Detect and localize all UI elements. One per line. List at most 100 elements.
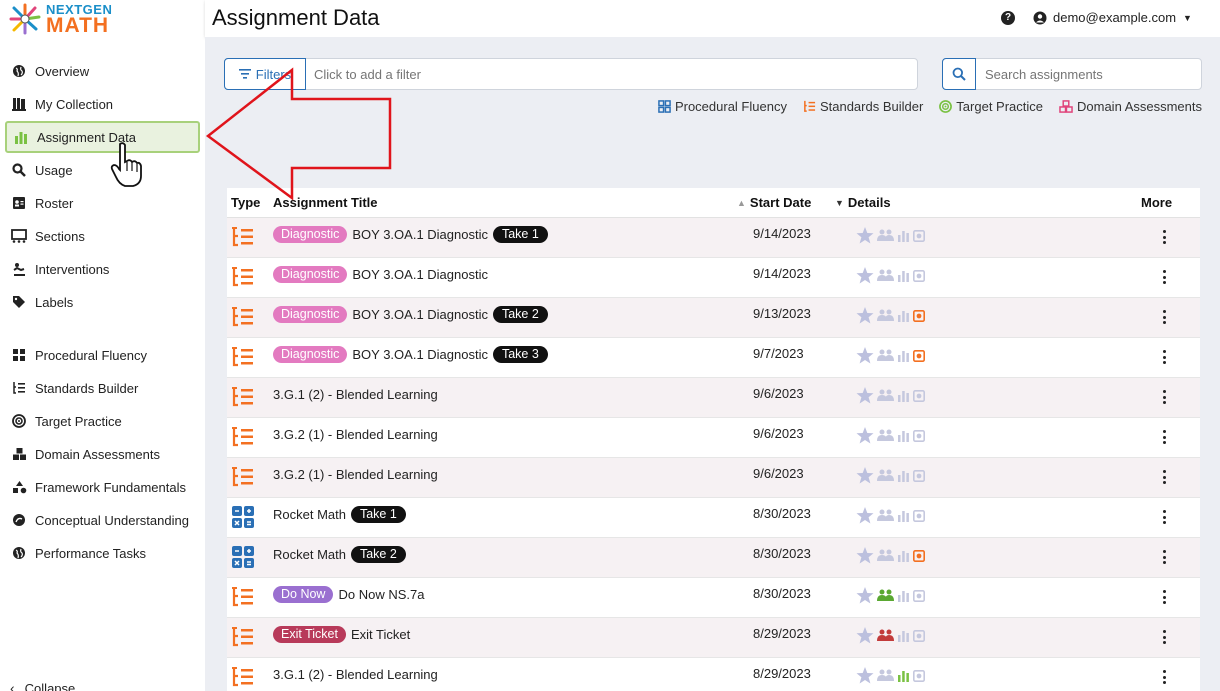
sidebar-item-conceptual-understanding[interactable]: Conceptual Understanding (5, 504, 200, 536)
filters-button[interactable]: Filters (224, 58, 306, 90)
column-header-start-date[interactable]: ▲ Start Date (737, 195, 811, 210)
assignment-title[interactable]: 3.G.1 (2) - Blended Learning (273, 665, 438, 683)
chart-icon[interactable] (897, 550, 910, 562)
sidebar-item-standards-builder[interactable]: Standards Builder (5, 372, 200, 404)
star-icon[interactable] (856, 507, 874, 524)
more-options-icon[interactable] (1163, 630, 1167, 644)
assignment-title[interactable]: 3.G.2 (1) - Blended Learning (273, 425, 438, 443)
more-options-icon[interactable] (1163, 510, 1167, 524)
chart-icon[interactable] (897, 670, 910, 682)
group-icon[interactable] (877, 549, 894, 562)
more-options-icon[interactable] (1163, 230, 1167, 244)
more-options-icon[interactable] (1163, 270, 1167, 284)
assignment-title[interactable]: Diagnostic BOY 3.OA.1 Diagnostic (273, 265, 488, 283)
search-input[interactable] (976, 59, 1201, 89)
more-options-icon[interactable] (1163, 670, 1167, 684)
star-icon[interactable] (856, 427, 874, 444)
sidebar-item-overview[interactable]: Overview (5, 55, 200, 87)
group-icon[interactable] (877, 469, 894, 482)
sidebar-item-framework-fundamentals[interactable]: Framework Fundamentals (5, 471, 200, 503)
group-icon[interactable] (877, 509, 894, 522)
chart-icon[interactable] (897, 350, 910, 362)
assignment-title[interactable]: Diagnostic BOY 3.OA.1 Diagnostic Take 3 (273, 345, 548, 363)
assignment-title[interactable]: Do Now Do Now NS.7a (273, 585, 424, 603)
group-icon[interactable] (877, 669, 894, 682)
sidebar-item-my-collection[interactable]: My Collection (5, 88, 200, 120)
sidebar-item-domain-assessments[interactable]: Domain Assessments (5, 438, 200, 470)
table-row[interactable]: Rocket Math Take 1 8/30/2023 (227, 498, 1200, 538)
chart-icon[interactable] (897, 510, 910, 522)
table-row[interactable]: Diagnostic BOY 3.OA.1 Diagnostic Take 2 9/1… (227, 298, 1200, 338)
sidebar-item-performance-tasks[interactable]: Performance Tasks (5, 537, 200, 569)
sidebar-item-procedural-fluency[interactable]: Procedural Fluency (5, 339, 200, 371)
assignment-title[interactable]: Rocket Math Take 2 (273, 545, 406, 563)
table-row[interactable]: Diagnostic BOY 3.OA.1 Diagnostic Take 3 9/7… (227, 338, 1200, 378)
assignment-title[interactable]: Diagnostic BOY 3.OA.1 Diagnostic Take 1 (273, 225, 548, 243)
table-row[interactable]: 3.G.2 (1) - Blended Learning 9/6/2023 (227, 458, 1200, 498)
more-options-icon[interactable] (1163, 350, 1167, 364)
flag-icon[interactable] (913, 229, 925, 242)
column-header-title[interactable]: Assignment Title (273, 195, 378, 210)
assignment-title[interactable]: 3.G.1 (2) - Blended Learning (273, 385, 438, 403)
group-icon[interactable] (877, 349, 894, 362)
more-options-icon[interactable] (1163, 470, 1167, 484)
collapse-button[interactable]: ‹ Collapse (10, 680, 75, 691)
sidebar-item-labels[interactable]: Labels (5, 286, 200, 318)
sidebar-item-sections[interactable]: Sections (5, 220, 200, 252)
flag-icon[interactable] (913, 349, 925, 362)
flag-icon[interactable] (913, 389, 925, 402)
more-options-icon[interactable] (1163, 590, 1167, 604)
assignment-title[interactable]: Exit Ticket Exit Ticket (273, 625, 410, 643)
flag-icon[interactable] (913, 509, 925, 522)
flag-icon[interactable] (913, 429, 925, 442)
sidebar-item-usage[interactable]: Usage (5, 154, 200, 186)
group-icon[interactable] (877, 389, 894, 402)
chart-icon[interactable] (897, 310, 910, 322)
flag-icon[interactable] (913, 549, 925, 562)
flag-icon[interactable] (913, 669, 925, 682)
sidebar-item-assignment-data[interactable]: Assignment Data (5, 121, 200, 153)
star-icon[interactable] (856, 227, 874, 244)
flag-icon[interactable] (913, 269, 925, 282)
chart-icon[interactable] (897, 390, 910, 402)
star-icon[interactable] (856, 667, 874, 684)
table-row[interactable]: Diagnostic BOY 3.OA.1 Diagnostic Take 1 9/1… (227, 218, 1200, 258)
search-button[interactable] (942, 58, 976, 90)
sidebar-item-interventions[interactable]: Interventions (5, 253, 200, 285)
flag-icon[interactable] (913, 589, 925, 602)
table-row[interactable]: Rocket Math Take 2 8/30/2023 (227, 538, 1200, 578)
chart-icon[interactable] (897, 470, 910, 482)
help-icon[interactable]: ? (1001, 11, 1015, 25)
more-options-icon[interactable] (1163, 430, 1167, 444)
table-row[interactable]: Diagnostic BOY 3.OA.1 Diagnostic 9/14/2023 (227, 258, 1200, 298)
assignment-title[interactable]: Rocket Math Take 1 (273, 505, 406, 523)
star-icon[interactable] (856, 307, 874, 324)
assignment-title[interactable]: Diagnostic BOY 3.OA.1 Diagnostic Take 2 (273, 305, 548, 323)
more-options-icon[interactable] (1163, 550, 1167, 564)
more-options-icon[interactable] (1163, 390, 1167, 404)
group-icon[interactable] (877, 309, 894, 322)
table-row[interactable]: Do Now Do Now NS.7a 8/30/2023 (227, 578, 1200, 618)
chart-icon[interactable] (897, 430, 910, 442)
star-icon[interactable] (856, 387, 874, 404)
star-icon[interactable] (856, 627, 874, 644)
flag-icon[interactable] (913, 309, 925, 322)
nextgen-math-logo[interactable]: NEXTGEN MATH (8, 0, 133, 38)
sidebar-item-roster[interactable]: Roster (5, 187, 200, 219)
chart-icon[interactable] (897, 270, 910, 282)
sidebar-item-target-practice[interactable]: Target Practice (5, 405, 200, 437)
chart-icon[interactable] (897, 230, 910, 242)
group-icon[interactable] (877, 589, 894, 602)
star-icon[interactable] (856, 347, 874, 364)
table-row[interactable]: 3.G.2 (1) - Blended Learning 9/6/2023 (227, 418, 1200, 458)
user-menu[interactable]: demo@example.com ▼ (1033, 10, 1192, 25)
filter-input[interactable] (306, 59, 917, 89)
table-row[interactable]: Exit Ticket Exit Ticket 8/29/2023 (227, 618, 1200, 658)
star-icon[interactable] (856, 547, 874, 564)
assignment-title[interactable]: 3.G.2 (1) - Blended Learning (273, 465, 438, 483)
flag-icon[interactable] (913, 629, 925, 642)
table-row[interactable]: 3.G.1 (2) - Blended Learning 9/6/2023 (227, 378, 1200, 418)
group-icon[interactable] (877, 229, 894, 242)
star-icon[interactable] (856, 467, 874, 484)
star-icon[interactable] (856, 267, 874, 284)
